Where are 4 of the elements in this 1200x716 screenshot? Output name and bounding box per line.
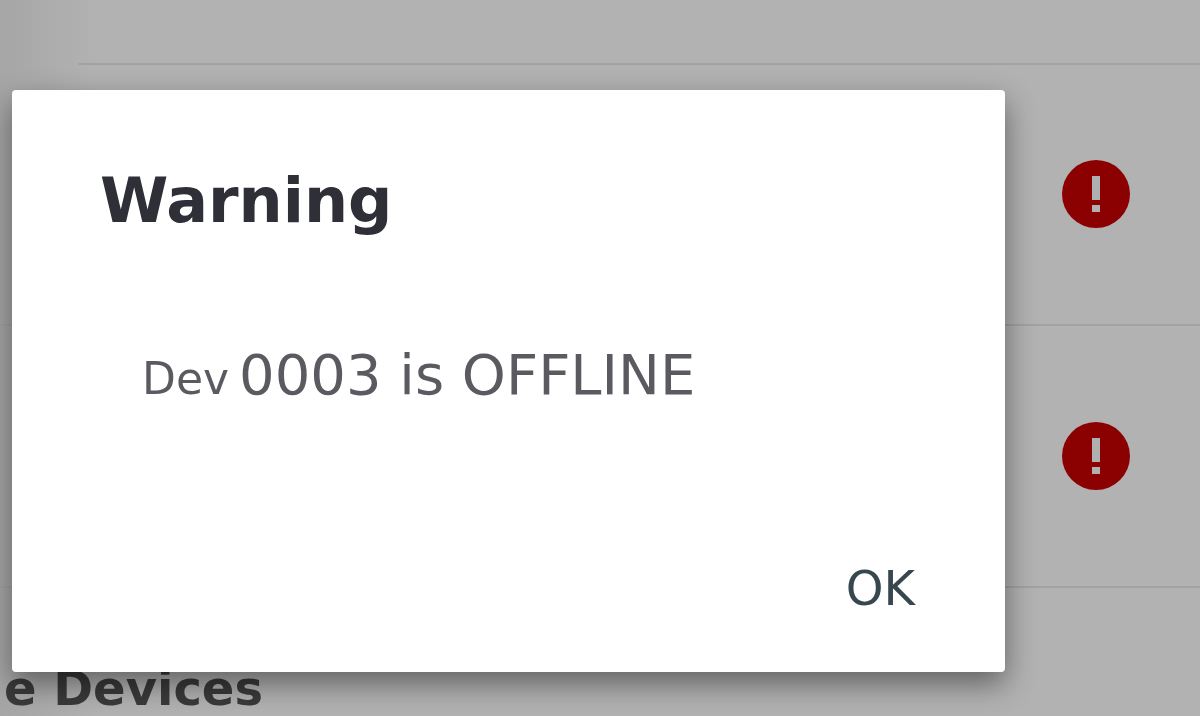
ok-button[interactable]: OK bbox=[837, 554, 923, 622]
device-label: Dev bbox=[142, 353, 229, 404]
section-heading: e Devices bbox=[4, 660, 264, 716]
dialog-message: 0003 is OFFLINE bbox=[239, 342, 696, 407]
